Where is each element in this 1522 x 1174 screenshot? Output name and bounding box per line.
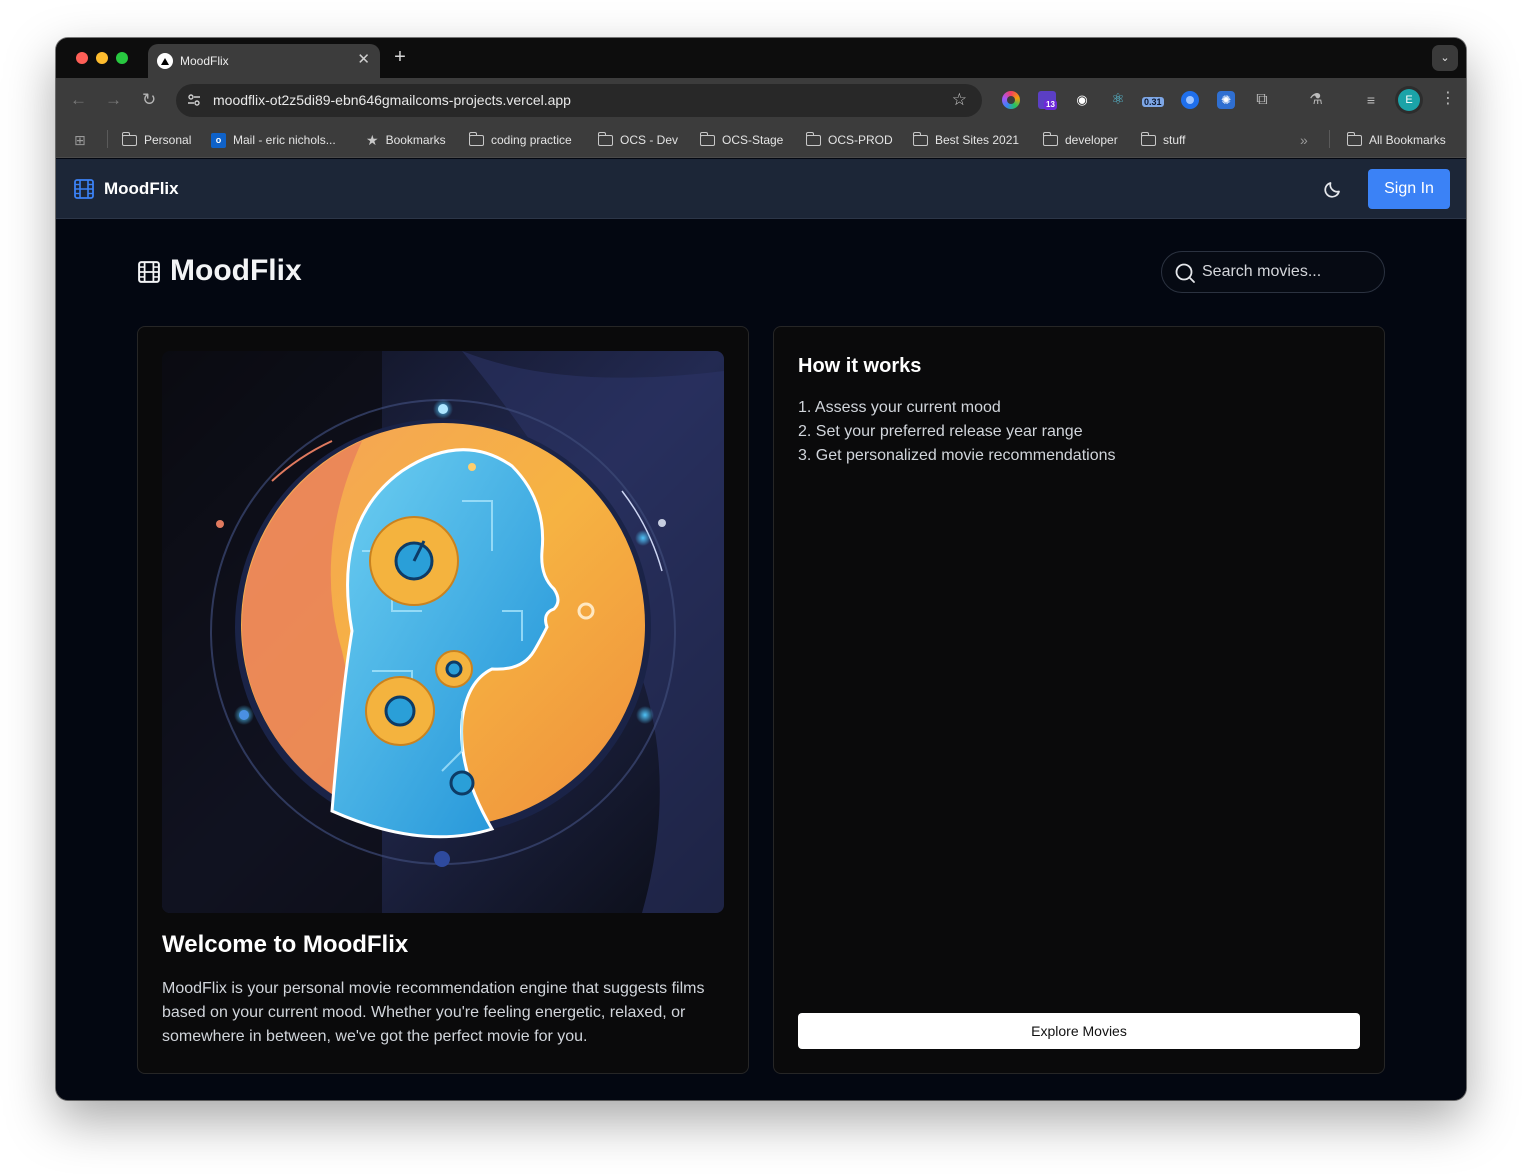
bookmark-best-sites-2021[interactable]: Best Sites 2021: [912, 122, 1019, 158]
folder-icon: [121, 131, 137, 146]
url-text[interactable]: moodflix-ot2z5di89-ebn646gmailcoms-proje…: [213, 92, 571, 108]
search-icon: [1175, 263, 1195, 283]
star-icon: ★: [366, 131, 379, 148]
app-navbar: MoodFlix Sign In: [56, 159, 1466, 219]
profile-avatar[interactable]: E: [1398, 89, 1420, 111]
folder-icon: [1346, 131, 1362, 146]
main-content: MoodFlix Search movies... Welcome to Moo…: [56, 220, 1466, 1100]
forward-icon[interactable]: →: [105, 90, 122, 110]
bookmark-ocs-dev[interactable]: OCS - Dev: [597, 122, 678, 158]
new-tab-button[interactable]: +: [388, 46, 412, 70]
bookmark-personal[interactable]: Personal: [121, 122, 191, 158]
welcome-title: Welcome to MoodFlix: [162, 931, 409, 958]
folder-icon: [468, 131, 484, 146]
step-item: 3. Get personalized movie recommendation…: [798, 447, 1116, 464]
film-icon[interactable]: [74, 179, 94, 199]
ai-assistant-extension-icon[interactable]: ✺: [1217, 91, 1235, 109]
folder-icon: [597, 131, 613, 146]
step-item: 1. Assess your current mood: [798, 399, 1001, 416]
all-bookmarks[interactable]: All Bookmarks: [1346, 122, 1446, 158]
bookmark-developer[interactable]: developer: [1042, 122, 1118, 158]
tab-title: MoodFlix: [180, 54, 229, 68]
labs-flask-icon[interactable]: ⚗: [1307, 91, 1325, 109]
zoom-window-button[interactable]: [116, 52, 128, 64]
bookmark-stuff[interactable]: stuff: [1140, 122, 1185, 158]
browser-menu-icon[interactable]: ⋮: [1440, 90, 1456, 108]
steps-list: 1. Assess your current mood 2. Set your …: [798, 396, 1116, 468]
tab-moodflix[interactable]: MoodFlix ✕: [148, 44, 380, 78]
welcome-description: MoodFlix is your personal movie recommen…: [162, 980, 705, 1045]
bookmark-coding-practice[interactable]: coding practice: [468, 122, 572, 158]
film-icon: [138, 261, 160, 283]
bookmark-ocs-prod[interactable]: OCS-PROD: [805, 122, 893, 158]
how-it-works-title: How it works: [798, 355, 922, 377]
brand-name[interactable]: MoodFlix: [104, 179, 179, 199]
folder-icon: [1140, 131, 1156, 146]
step-item: 2. Set your preferred release year range: [798, 423, 1083, 440]
back-icon[interactable]: ←: [70, 90, 87, 110]
bookmarks-bar: ⊞ Personal o Mail - eric nichols... ★ Bo…: [56, 122, 1466, 158]
extension-shield-icon[interactable]: ◉: [1073, 91, 1091, 109]
vercel-favicon-icon: [157, 53, 173, 69]
bookmark-ocs-stage[interactable]: OCS-Stage: [699, 122, 783, 158]
search-box[interactable]: [1161, 251, 1385, 293]
folder-icon: [912, 131, 928, 146]
color-picker-extension-icon[interactable]: [1002, 91, 1020, 109]
bookmark-star-icon[interactable]: ☆: [952, 90, 967, 110]
page-title: MoodFlix: [170, 254, 302, 287]
minimize-window-button[interactable]: [96, 52, 108, 64]
how-it-works-card: How it works 1. Assess your current mood…: [773, 326, 1385, 1074]
calendar-extension-icon[interactable]: 13: [1038, 91, 1057, 110]
folder-icon: [699, 131, 715, 146]
folder-icon: [805, 131, 821, 146]
extensions-puzzle-icon[interactable]: ⧉: [1253, 91, 1271, 109]
timer-extension-icon[interactable]: 0.31: [1142, 91, 1166, 109]
apps-grid-icon[interactable]: ⊞: [74, 122, 86, 158]
folder-icon: [1042, 131, 1058, 146]
browser-window: MoodFlix ✕ + ⌄ ← → ↻ moodflix-ot2z5di89-…: [56, 38, 1466, 1100]
moon-icon[interactable]: [1322, 178, 1344, 200]
tab-strip: MoodFlix ✕ + ⌄: [56, 38, 1466, 78]
bookmark-mail[interactable]: o Mail - eric nichols...: [211, 122, 336, 158]
bookmark-separator: [107, 130, 108, 148]
address-bar[interactable]: moodflix-ot2z5di89-ebn646gmailcoms-proje…: [176, 84, 982, 117]
sign-in-button[interactable]: Sign In: [1368, 169, 1450, 209]
site-settings-icon[interactable]: [187, 93, 201, 107]
hero-illustration: [162, 351, 724, 913]
bookmark-separator: [1329, 130, 1330, 148]
react-devtools-icon[interactable]: ⚛: [1109, 91, 1127, 109]
more-bookmarks-chevron-icon[interactable]: »: [1300, 122, 1308, 158]
browser-toolbar: ← → ↻ moodflix-ot2z5di89-ebn646gmailcoms…: [56, 78, 1466, 122]
bookmark-bookmarks[interactable]: ★ Bookmarks: [366, 122, 446, 158]
tab-search-button[interactable]: ⌄: [1432, 45, 1458, 71]
outlook-icon: o: [211, 132, 226, 148]
tab-close-icon[interactable]: ✕: [357, 52, 370, 68]
explore-movies-button[interactable]: Explore Movies: [798, 1013, 1360, 1049]
search-input[interactable]: [1202, 252, 1372, 292]
welcome-card: Welcome to MoodFlix MoodFlix is your per…: [137, 326, 749, 1074]
reload-icon[interactable]: ↻: [142, 90, 156, 110]
blue-circle-extension-icon[interactable]: [1181, 91, 1199, 109]
reading-list-icon[interactable]: ≡: [1362, 91, 1380, 109]
mind-gears-illustration: [162, 351, 724, 913]
close-window-button[interactable]: [76, 52, 88, 64]
